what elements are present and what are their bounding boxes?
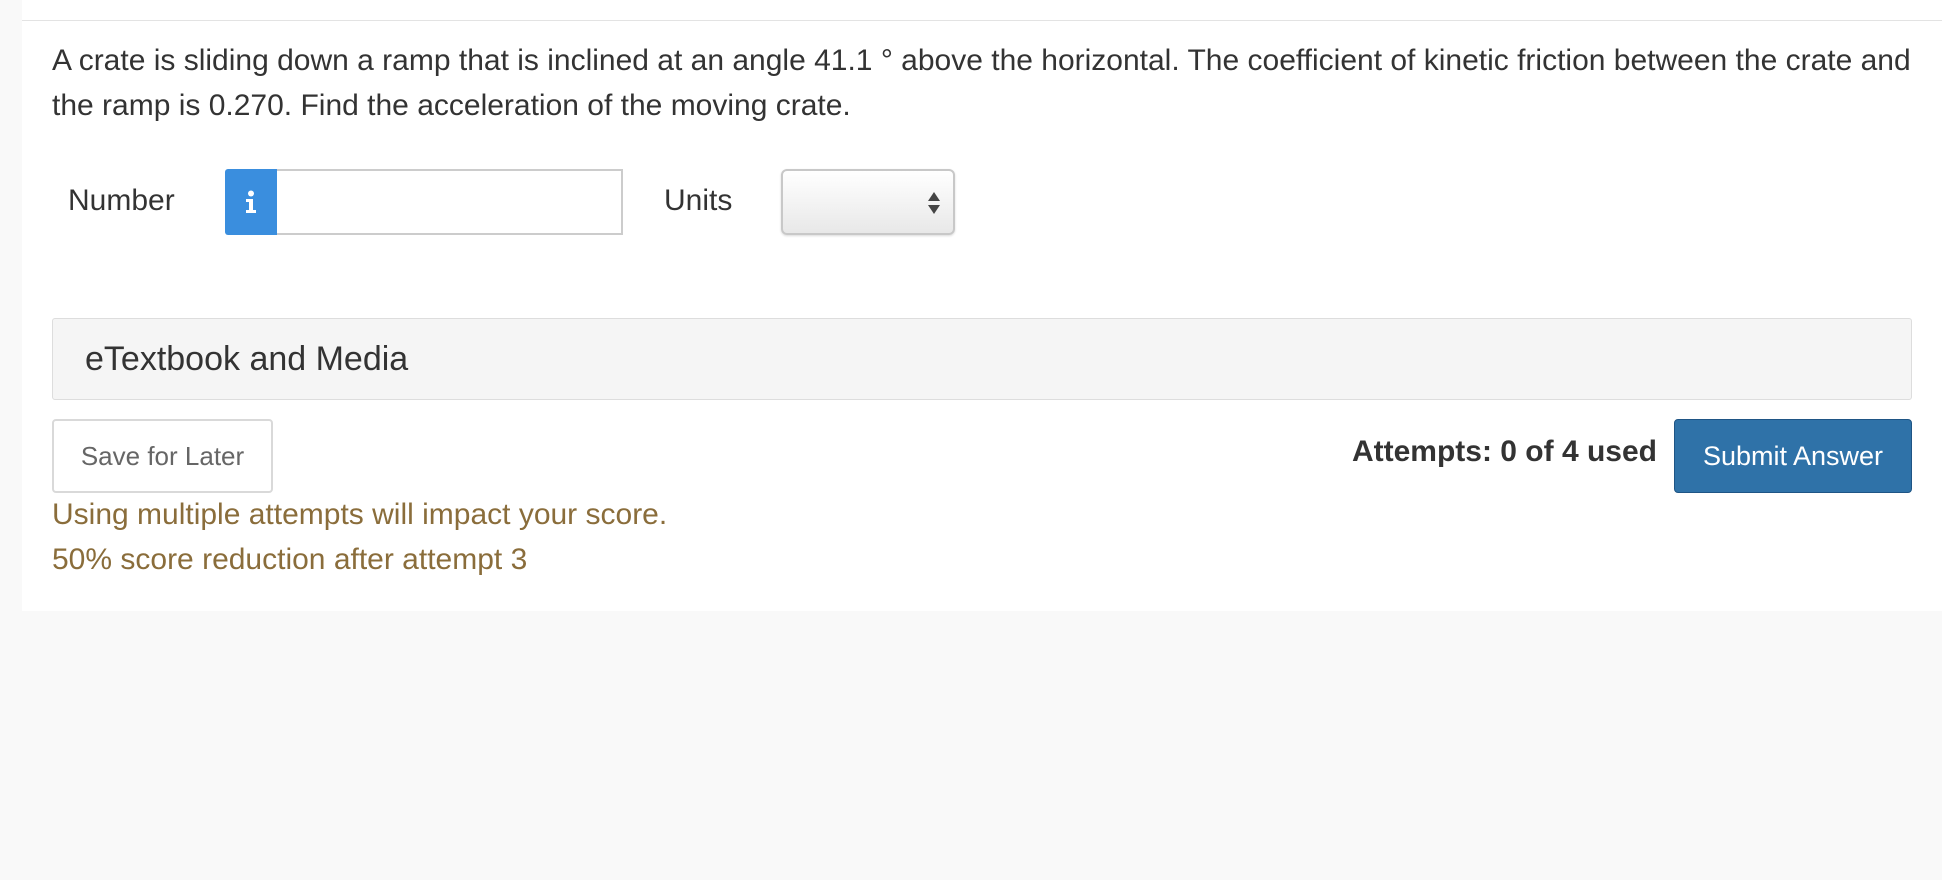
units-label: Units <box>664 184 733 217</box>
warning-line-1: Using multiple attempts will impact your… <box>52 498 668 531</box>
number-input[interactable] <box>277 169 623 235</box>
etextbook-panel[interactable]: eTextbook and Media <box>52 318 1912 400</box>
units-select[interactable] <box>781 169 955 235</box>
attempts-counter: Attempts: 0 of 4 used <box>1351 435 1657 468</box>
info-icon[interactable] <box>225 169 277 235</box>
etextbook-title: eTextbook and Media <box>85 340 409 378</box>
sort-arrows-icon <box>927 189 941 217</box>
question-text: A crate is sliding down a ramp that is i… <box>52 44 1911 122</box>
top-divider <box>22 20 1942 21</box>
save-for-later-button[interactable]: Save for Later <box>52 419 273 493</box>
answer-row: Number Units <box>22 169 1022 235</box>
attempt-warning: Using multiple attempts will impact your… <box>52 492 667 582</box>
warning-line-2: 50% score reduction after attempt 3 <box>52 543 528 576</box>
number-label: Number <box>68 184 175 217</box>
question-card: A crate is sliding down a ramp that is i… <box>22 0 1942 611</box>
submit-answer-button[interactable]: Submit Answer <box>1674 419 1912 493</box>
